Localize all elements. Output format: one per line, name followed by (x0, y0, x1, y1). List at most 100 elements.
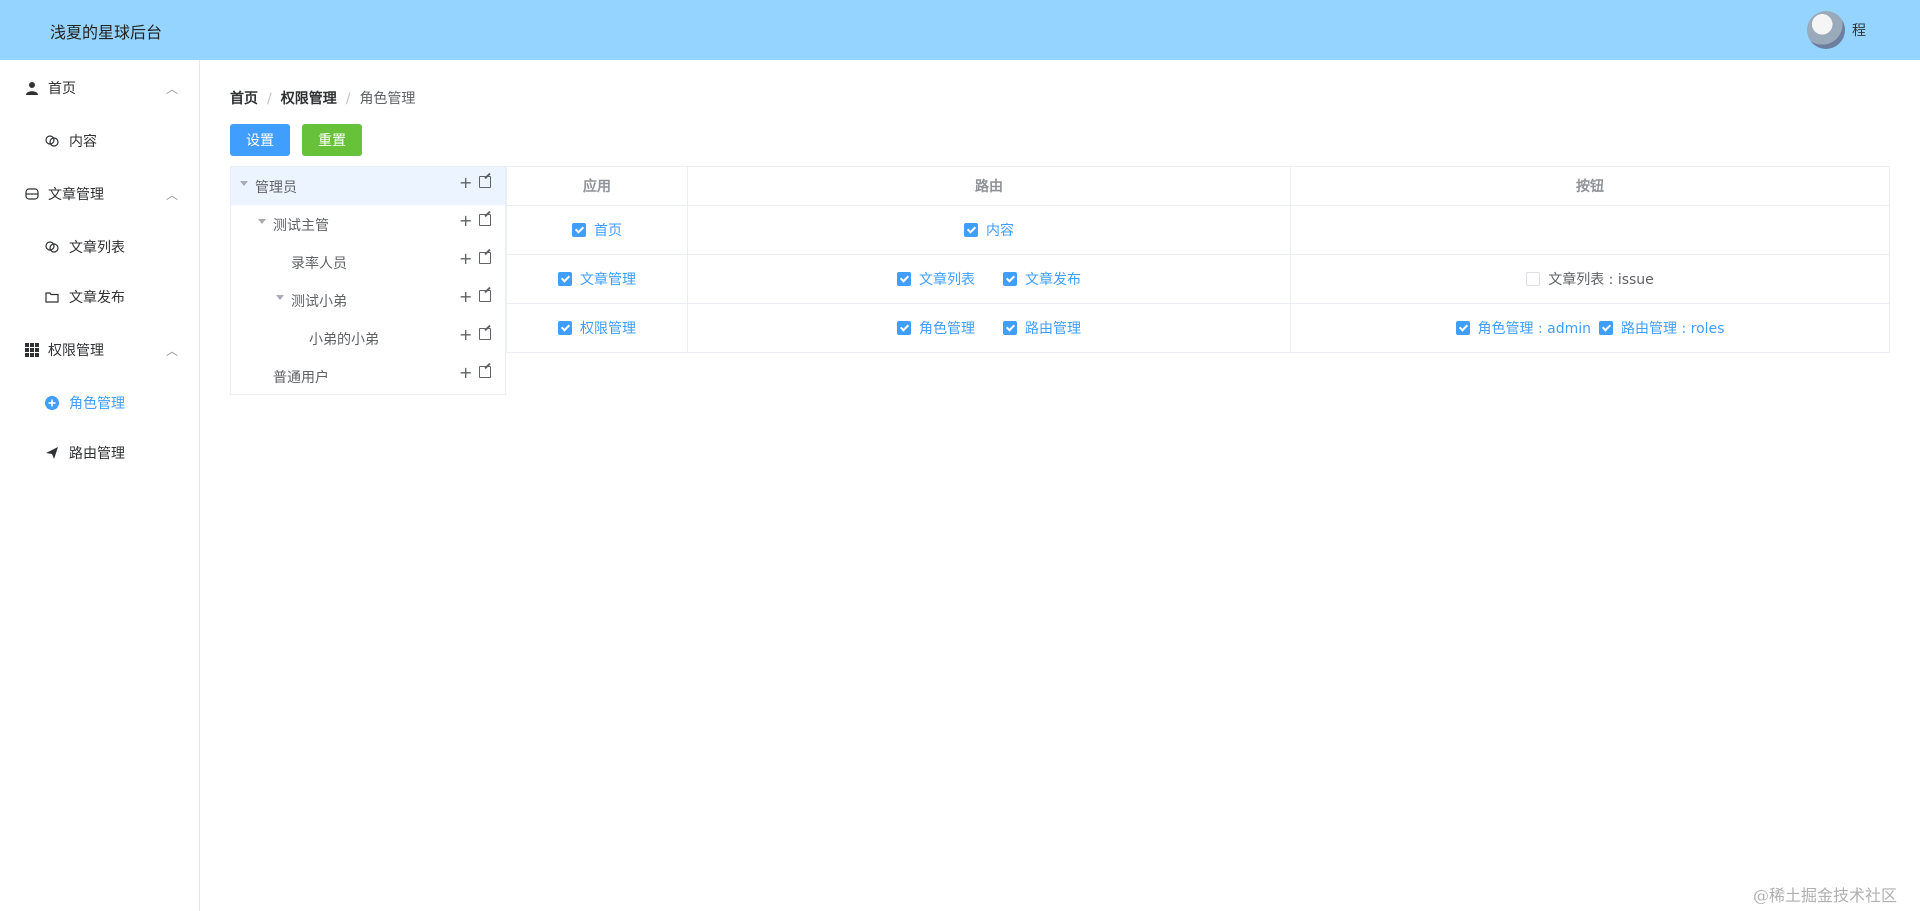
button-checkbox[interactable]: 角色管理 : admin (1455, 318, 1592, 338)
sidebar-item-content[interactable]: 内容 (0, 121, 199, 161)
avatar[interactable] (1807, 11, 1845, 49)
edit-icon[interactable] (479, 366, 491, 378)
checkbox-checked-icon (558, 321, 572, 335)
checkbox-checked-icon (897, 321, 911, 335)
sidebar-item-label: 文章发布 (69, 290, 125, 306)
button-checkbox[interactable]: 路由管理 : roles (1599, 318, 1724, 338)
checkbox-checked-icon (572, 223, 586, 237)
tree-node[interactable]: 小弟的小弟 + (231, 319, 505, 357)
breadcrumb-item[interactable]: 首页 (230, 91, 258, 107)
sidebar-group-articles[interactable]: 文章管理 ︿ (0, 174, 199, 214)
table-cell: 权限管理 (507, 304, 687, 352)
table-cell: 首页 (507, 206, 687, 254)
add-icon[interactable]: + (459, 249, 472, 268)
route-checkbox[interactable]: 路由管理 (1003, 318, 1081, 338)
table-cell: 文章列表 : issue (1291, 255, 1889, 303)
sidebar-group-label: 首页 (48, 81, 76, 97)
checkbox-label: 路由管理 (1025, 321, 1081, 337)
route-checkbox[interactable]: 内容 (964, 220, 1014, 240)
checkbox-label: 角色管理 (919, 321, 975, 337)
send-icon (44, 445, 60, 461)
add-icon[interactable]: + (459, 363, 472, 382)
tree-node[interactable]: 测试主管 + (231, 205, 505, 243)
role-tree: 管理员 + 测试主管 + 录率人员 + 测试小弟 + 小弟的小弟 + 普通用户 … (230, 166, 506, 395)
sidebar-group-label: 权限管理 (48, 343, 104, 359)
tree-node-label: 普通用户 (273, 370, 329, 386)
column-header: 按钮 (1576, 179, 1604, 195)
checkbox-checked-icon (897, 272, 911, 286)
stack-icon (24, 186, 40, 202)
breadcrumb-separator: / (345, 91, 351, 107)
app-checkbox[interactable]: 文章管理 (558, 269, 636, 289)
edit-icon[interactable] (479, 290, 491, 302)
button-checkbox[interactable]: 文章列表 : issue (1526, 269, 1654, 289)
sidebar-item-label: 角色管理 (69, 396, 125, 412)
add-icon[interactable]: + (459, 287, 472, 306)
checkbox-checked-icon (1003, 272, 1017, 286)
app-checkbox[interactable]: 权限管理 (558, 318, 636, 338)
sidebar-item-roles[interactable]: 角色管理 (0, 383, 199, 423)
user-icon (24, 80, 40, 96)
sidebar-item-label: 路由管理 (69, 446, 125, 462)
breadcrumb-current: 角色管理 (359, 91, 416, 107)
edit-icon[interactable] (479, 252, 491, 264)
checkbox-label: 权限管理 (580, 321, 636, 337)
edit-icon[interactable] (479, 328, 491, 340)
folder-icon (44, 289, 60, 305)
checkbox-checked-icon (1455, 321, 1470, 335)
route-checkbox[interactable]: 角色管理 (897, 318, 975, 338)
caret-down-icon[interactable] (240, 181, 248, 186)
checkbox-label: 内容 (986, 223, 1014, 239)
checkbox-label: 文章列表 (919, 272, 975, 288)
checkbox-label: 文章管理 (580, 272, 636, 288)
tree-node-label: 测试小弟 (291, 294, 347, 310)
sidebar-item-article-list[interactable]: 文章列表 (0, 227, 199, 267)
caret-down-icon[interactable] (276, 295, 284, 300)
grid-icon (24, 342, 40, 358)
user-name[interactable]: 程 (1852, 20, 1866, 40)
checkbox-label: 角色管理 : admin (1477, 321, 1592, 337)
breadcrumb-item[interactable]: 权限管理 (281, 91, 337, 107)
tree-node-label: 管理员 (255, 180, 297, 196)
checkbox-label: 文章列表 : issue (1548, 272, 1654, 288)
breadcrumb: 首页 / 权限管理 / 角色管理 (230, 88, 415, 108)
tree-node[interactable]: 普通用户 + (231, 357, 505, 395)
tree-node-label: 录率人员 (291, 256, 347, 272)
column-header: 应用 (583, 179, 611, 195)
edit-icon[interactable] (479, 214, 491, 226)
chevron-up-icon: ︿ (166, 187, 179, 202)
add-icon[interactable]: + (459, 325, 472, 344)
reset-button[interactable]: 重置 (302, 124, 362, 156)
table-cell: 角色管理 路由管理 (688, 304, 1290, 352)
chevron-up-icon: ︿ (166, 343, 179, 358)
chevron-up-icon: ︿ (166, 81, 179, 96)
sidebar-group-permissions[interactable]: 权限管理 ︿ (0, 330, 199, 370)
caret-down-icon[interactable] (258, 219, 266, 224)
sidebar-item-routes[interactable]: 路由管理 (0, 433, 199, 473)
set-button[interactable]: 设置 (230, 124, 290, 156)
link-icon (44, 133, 60, 149)
checkbox-checked-icon (558, 272, 572, 286)
tree-node[interactable]: 录率人员 + (231, 243, 505, 281)
checkbox-label: 路由管理 : roles (1621, 321, 1725, 337)
app-checkbox[interactable]: 首页 (572, 220, 622, 240)
table-cell: 内容 (688, 206, 1290, 254)
route-checkbox[interactable]: 文章发布 (1003, 269, 1081, 289)
sidebar-group-home[interactable]: 首页 ︿ (0, 68, 199, 108)
edit-icon[interactable] (479, 176, 491, 188)
add-icon[interactable]: + (459, 211, 472, 230)
tree-node[interactable]: 管理员 + (231, 167, 505, 205)
add-icon[interactable]: + (459, 173, 472, 192)
sidebar: 首页 ︿ 内容 文章管理 ︿ 文章列表 文章发布 权限管理 ︿ 角色管理 路由管… (0, 60, 200, 911)
sidebar-item-article-publish[interactable]: 文章发布 (0, 277, 199, 317)
table-cell: 文章列表 文章发布 (688, 255, 1290, 303)
route-checkbox[interactable]: 文章列表 (897, 269, 975, 289)
checkbox-label: 首页 (594, 223, 622, 239)
checkbox-checked-icon (1003, 321, 1017, 335)
tree-node[interactable]: 测试小弟 + (231, 281, 505, 319)
column-header: 路由 (975, 179, 1003, 195)
link-icon (44, 239, 60, 255)
table-cell: 文章管理 (507, 255, 687, 303)
checkbox-label: 文章发布 (1025, 272, 1081, 288)
plus-circle-icon (44, 395, 60, 411)
